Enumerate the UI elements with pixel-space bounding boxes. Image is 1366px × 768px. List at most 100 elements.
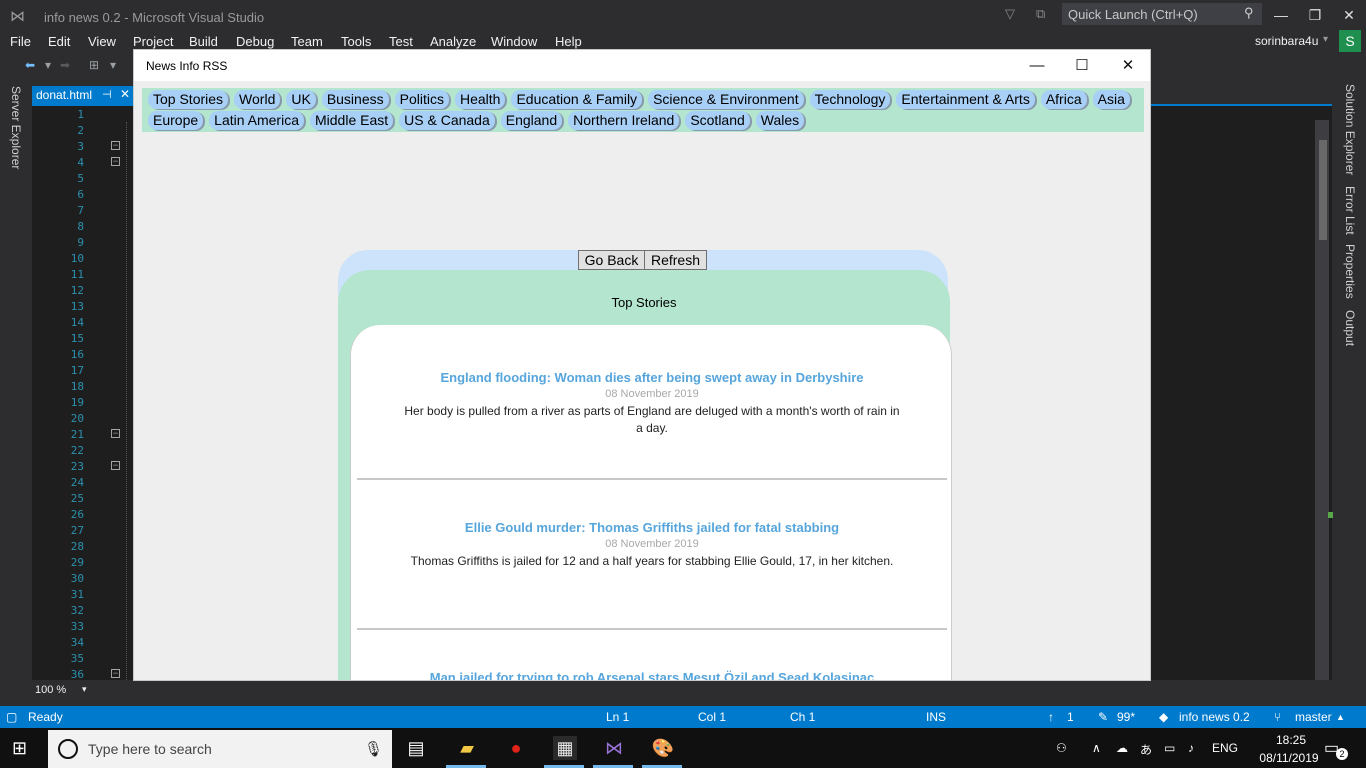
- chevron-down-icon[interactable]: ▾: [1323, 34, 1328, 45]
- category-england[interactable]: England: [500, 111, 563, 130]
- menu-file[interactable]: File: [10, 34, 31, 49]
- close-button[interactable]: ✕: [1334, 4, 1364, 26]
- line-number: 10: [70, 252, 84, 265]
- category-health[interactable]: Health: [454, 90, 506, 109]
- quick-launch-input[interactable]: Quick Launch (Ctrl+Q): [1062, 3, 1262, 25]
- menu-project[interactable]: Project: [133, 34, 173, 49]
- task-view-icon[interactable]: ▤: [404, 736, 428, 760]
- solution-explorer-tab[interactable]: Solution Explorer: [1343, 84, 1357, 175]
- fold-toggle-icon[interactable]: −: [111, 461, 120, 470]
- file-explorer-icon[interactable]: ▰: [455, 736, 479, 760]
- minimize-button[interactable]: —: [1266, 4, 1296, 26]
- document-tab[interactable]: donat.html ⊣ ✕: [32, 86, 136, 104]
- go-back-button[interactable]: Go Back: [578, 250, 645, 270]
- fold-toggle-icon[interactable]: −: [111, 669, 120, 678]
- category-wales[interactable]: Wales: [755, 111, 805, 130]
- menu-team[interactable]: Team: [291, 34, 323, 49]
- category-scotland[interactable]: Scotland: [685, 111, 750, 130]
- maximize-button[interactable]: ☐: [1062, 54, 1102, 78]
- chevron-down-icon[interactable]: ▾: [82, 684, 87, 695]
- category-entertainment-arts[interactable]: Entertainment & Arts: [896, 90, 1035, 109]
- status-pending-changes[interactable]: 99*: [1117, 710, 1135, 724]
- network-icon[interactable]: ▭: [1164, 741, 1175, 755]
- menu-debug[interactable]: Debug: [236, 34, 274, 49]
- article-title-link[interactable]: Ellie Gould murder: Thomas Griffiths jai…: [357, 520, 947, 535]
- fold-toggle-icon[interactable]: −: [111, 157, 120, 166]
- category-science-environment[interactable]: Science & Environment: [648, 90, 804, 109]
- network-warning-icon[interactable]: ☁: [1116, 741, 1128, 755]
- category-africa[interactable]: Africa: [1040, 90, 1087, 109]
- close-icon[interactable]: ✕: [120, 87, 130, 101]
- language-indicator[interactable]: ENG: [1212, 741, 1238, 755]
- article-list[interactable]: England flooding: Woman dies after being…: [350, 325, 952, 680]
- editor-scrollbar-thumb[interactable]: [1319, 140, 1327, 240]
- menu-analyze[interactable]: Analyze: [430, 34, 476, 49]
- status-insert-mode[interactable]: INS: [926, 710, 946, 724]
- forward-arrow-icon[interactable]: ➡: [60, 58, 70, 72]
- category-world[interactable]: World: [234, 90, 281, 109]
- refresh-button[interactable]: Refresh: [644, 250, 707, 270]
- menu-build[interactable]: Build: [189, 34, 218, 49]
- menu-edit[interactable]: Edit: [48, 34, 70, 49]
- server-explorer-tab[interactable]: Server Explorer: [9, 86, 23, 169]
- category-latin-america[interactable]: Latin America: [209, 111, 304, 130]
- category-middle-east[interactable]: Middle East: [309, 111, 394, 130]
- minimize-button[interactable]: —: [1017, 54, 1057, 78]
- paint-icon[interactable]: 🎨: [651, 736, 675, 760]
- article-title-link[interactable]: England flooding: Woman dies after being…: [357, 370, 947, 385]
- search-icon[interactable]: ⚲: [1244, 5, 1254, 21]
- close-button[interactable]: ✕: [1108, 54, 1148, 78]
- category-business[interactable]: Business: [321, 90, 389, 109]
- menu-help[interactable]: Help: [555, 34, 582, 49]
- fold-toggle-icon[interactable]: −: [111, 429, 120, 438]
- chevron-up-icon[interactable]: ∧: [1092, 741, 1101, 755]
- output-tab[interactable]: Output: [1343, 310, 1357, 346]
- microphone-icon[interactable]: 🎙: [364, 740, 383, 758]
- menu-tools[interactable]: Tools: [341, 34, 371, 49]
- chevron-up-icon[interactable]: ▲: [1336, 712, 1345, 722]
- category-top-stories[interactable]: Top Stories: [148, 90, 229, 109]
- status-column[interactable]: Col 1: [698, 710, 726, 724]
- feedback-icon[interactable]: ⧉: [1036, 6, 1045, 22]
- menu-view[interactable]: View: [88, 34, 116, 49]
- category-politics[interactable]: Politics: [394, 90, 449, 109]
- category-uk[interactable]: UK: [286, 90, 316, 109]
- category-education-family[interactable]: Education & Family: [511, 90, 643, 109]
- properties-tab[interactable]: Properties: [1343, 244, 1357, 299]
- chevron-down-icon[interactable]: ▾: [110, 58, 116, 72]
- article-title-link[interactable]: Man jailed for trying to rob Arsenal sta…: [357, 670, 947, 680]
- filter-icon[interactable]: ▽: [1005, 6, 1015, 22]
- people-icon[interactable]: ⚇: [1056, 741, 1067, 755]
- ime-icon[interactable]: あ: [1140, 741, 1152, 758]
- category-technology[interactable]: Technology: [809, 90, 891, 109]
- new-project-icon[interactable]: ⊞: [89, 58, 99, 72]
- restore-button[interactable]: ❐: [1300, 4, 1330, 26]
- menu-window[interactable]: Window: [491, 34, 537, 49]
- clock-date[interactable]: 08/11/2019: [1254, 751, 1324, 765]
- zoom-level[interactable]: 100 %: [35, 684, 66, 696]
- account-name[interactable]: sorinbara4u: [1255, 34, 1318, 48]
- status-push-count[interactable]: 1: [1067, 710, 1074, 724]
- fold-toggle-icon[interactable]: −: [111, 141, 120, 150]
- status-char[interactable]: Ch 1: [790, 710, 815, 724]
- visual-studio-icon[interactable]: ⋈: [602, 736, 626, 760]
- status-repository[interactable]: info news 0.2: [1179, 710, 1250, 724]
- pin-icon[interactable]: ⊣: [102, 88, 112, 101]
- volume-icon[interactable]: ♪: [1188, 741, 1194, 755]
- category-europe[interactable]: Europe: [148, 111, 204, 130]
- clock-time[interactable]: 18:25: [1266, 733, 1316, 747]
- error-list-tab[interactable]: Error List: [1343, 186, 1357, 235]
- category-northern-ireland[interactable]: Northern Ireland: [568, 111, 680, 130]
- category-us-canada[interactable]: US & Canada: [399, 111, 495, 130]
- news-app-icon[interactable]: ▦: [553, 736, 577, 760]
- menu-test[interactable]: Test: [389, 34, 413, 49]
- chevron-down-icon[interactable]: ▾: [45, 58, 51, 72]
- opera-icon[interactable]: ●: [504, 736, 528, 760]
- avatar[interactable]: S: [1339, 30, 1361, 52]
- status-branch[interactable]: master: [1295, 710, 1332, 724]
- category-asia[interactable]: Asia: [1092, 90, 1130, 109]
- back-arrow-icon[interactable]: ⬅: [25, 58, 35, 72]
- line-number: 9: [77, 236, 84, 249]
- windows-start-icon[interactable]: ⊞: [12, 738, 27, 759]
- status-line[interactable]: Ln 1: [606, 710, 629, 724]
